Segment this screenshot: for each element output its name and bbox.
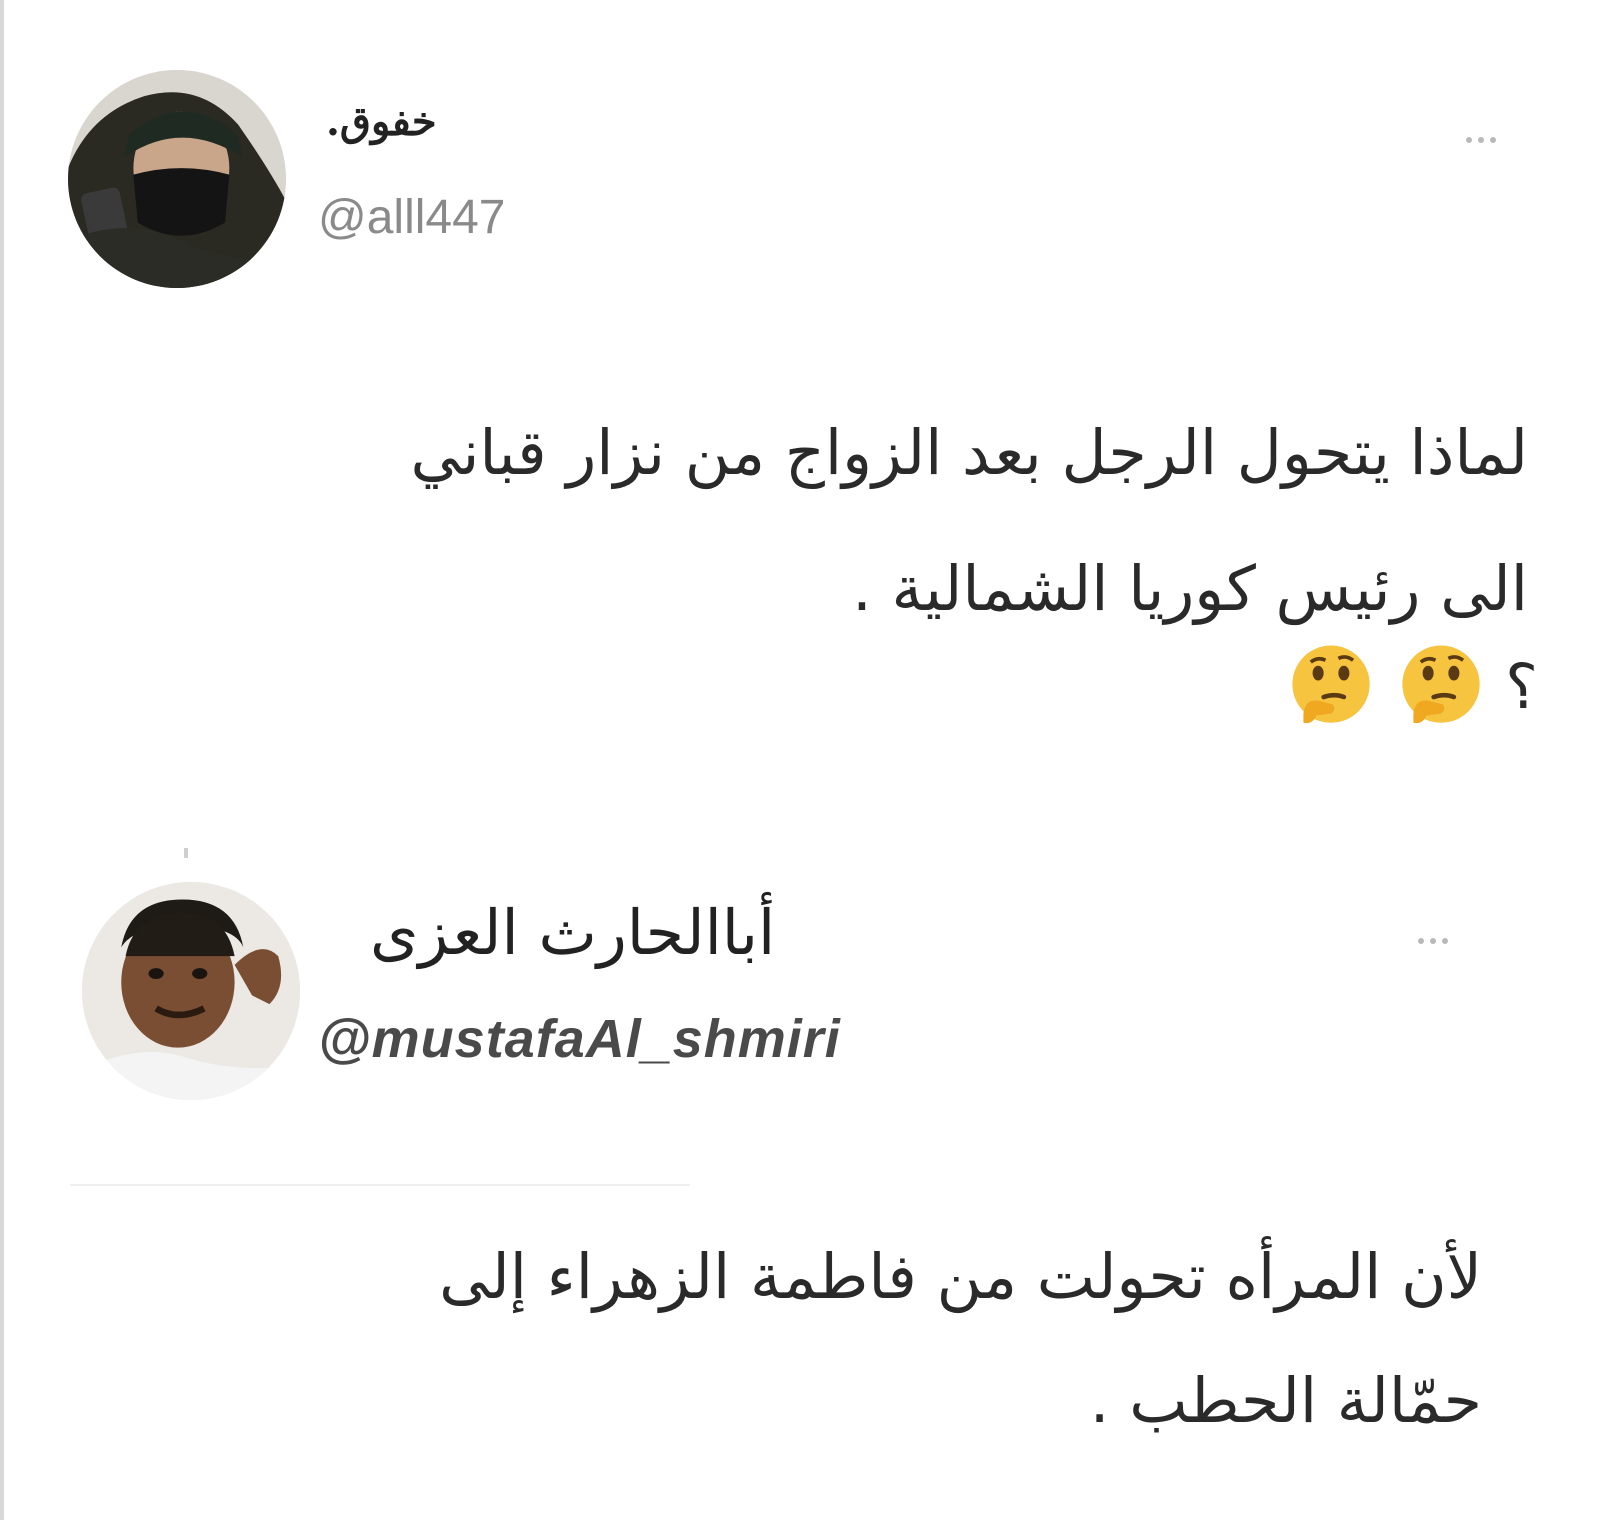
- avatar[interactable]: [82, 882, 300, 1100]
- tweet-card-1[interactable]: خفوق. @alll447 لماذا يتحول الرجل بعد الز…: [0, 0, 1600, 800]
- tweet-text-line: لأن المرأه تحولت من فاطمة الزهراء إلى: [439, 1240, 1482, 1313]
- tweet-text: لماذا يتحول الرجل بعد الزواج من نزار قبا…: [108, 385, 1528, 657]
- tweet-text-line: الى رئيس كوريا الشمالية .: [852, 552, 1528, 625]
- username-handle[interactable]: @mustafaAl_shmiri: [318, 1008, 841, 1070]
- tweet-card-2[interactable]: أباالحارث العزى @mustafaAl_shmiri لأن ال…: [0, 830, 1600, 1520]
- emoji-row: ؟: [1285, 640, 1538, 732]
- more-horizontal-icon[interactable]: [1466, 137, 1496, 143]
- avatar[interactable]: [68, 70, 286, 288]
- tweet-text: لأن المرأه تحولت من فاطمة الزهراء إلى حم…: [232, 1215, 1482, 1463]
- question-mark: ؟: [1505, 649, 1538, 723]
- more-dot: [1442, 938, 1448, 944]
- display-name[interactable]: أباالحارث العزى: [370, 896, 775, 969]
- thinking-face-emoji-icon: [1402, 645, 1480, 724]
- thinking-face-emoji-icon: [1292, 645, 1370, 724]
- more-dot: [1466, 137, 1472, 143]
- separator-line: [70, 1184, 690, 1186]
- divider-mark: [184, 848, 188, 858]
- more-dot: [1430, 938, 1436, 944]
- more-dot: [1478, 137, 1484, 143]
- more-dot: [1490, 137, 1496, 143]
- tweet-text-line: حمّالة الحطب .: [1089, 1364, 1482, 1437]
- avatar-image: [82, 882, 300, 1100]
- display-name[interactable]: خفوق.: [326, 98, 437, 145]
- tweet-text-line: لماذا يتحول الرجل بعد الزواج من نزار قبا…: [410, 416, 1528, 489]
- more-dot: [1418, 938, 1424, 944]
- username-handle[interactable]: @alll447: [318, 190, 506, 245]
- avatar-image: [68, 70, 286, 288]
- more-horizontal-icon[interactable]: [1418, 938, 1448, 944]
